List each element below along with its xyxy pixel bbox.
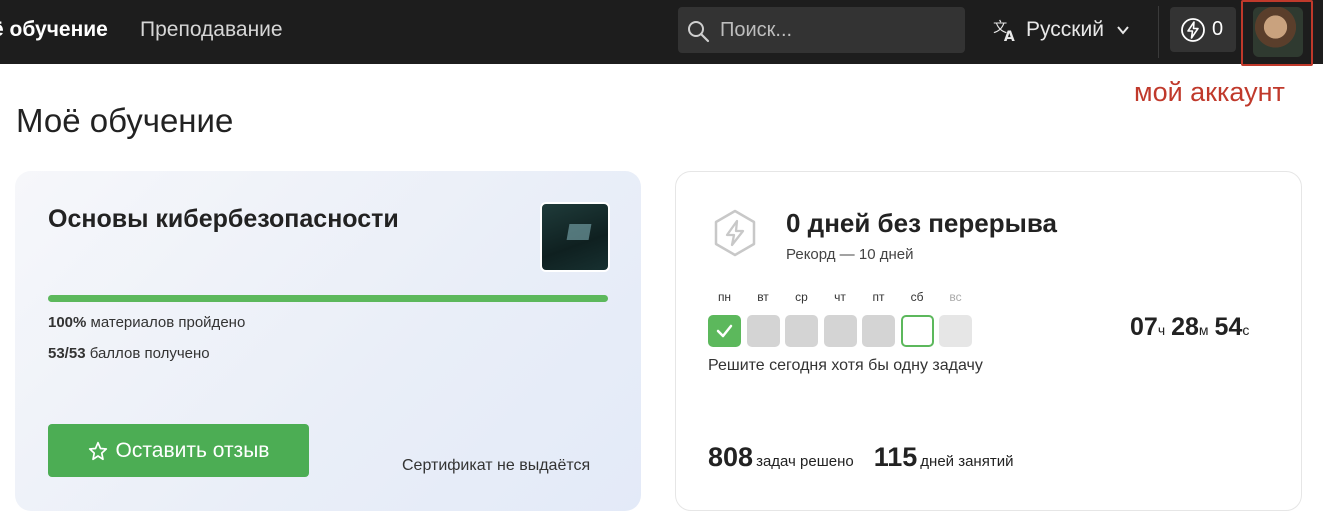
days-active-label: дней занятий: [920, 453, 1014, 470]
day-label: пн: [717, 290, 732, 304]
language-label: Русский: [1026, 18, 1104, 41]
streak-record: Рекорд — 10 дней: [786, 246, 914, 263]
day-status-box: [862, 315, 895, 347]
materials-percent: 100%: [48, 314, 87, 331]
day-label: пт: [872, 290, 885, 304]
timer-hours-unit: ч: [1157, 322, 1166, 338]
day-4: пт: [862, 290, 895, 347]
search-icon: [688, 21, 710, 43]
timer-seconds: 54: [1214, 313, 1243, 341]
points-label: баллов получено: [85, 345, 210, 362]
energy-count: 0: [1212, 18, 1224, 40]
days-active-count: 115: [873, 442, 918, 472]
day-2: ср: [785, 290, 818, 347]
leave-review-button[interactable]: Оставить отзыв: [48, 424, 309, 477]
streak-hint: Решите сегодня хотя бы одну задачу: [708, 357, 983, 374]
translate-icon: 文 A: [993, 20, 1015, 43]
tasks-solved-count: 808: [708, 442, 754, 472]
timer-seconds-unit: с: [1242, 322, 1250, 338]
day-1: вт: [746, 290, 780, 347]
materials-stat: 100% материалов пройдено: [48, 314, 245, 331]
day-label: ср: [795, 290, 808, 304]
day-status-box: [785, 315, 818, 347]
day-5: сб: [900, 290, 934, 347]
streak-timer: 07ч 28м 54с: [1130, 313, 1255, 342]
search-box[interactable]: [678, 7, 965, 53]
navbar-divider: [1158, 6, 1159, 58]
top-navbar: ё обучение Преподавание 文 A Русский 0: [0, 0, 1323, 66]
day-6: вс: [939, 290, 972, 347]
language-selector[interactable]: 文 A Русский: [992, 14, 1130, 46]
day-label: сб: [910, 290, 924, 304]
day-3: чт: [823, 290, 857, 347]
materials-label: материалов пройдено: [86, 314, 246, 331]
account-highlight: [1241, 0, 1313, 66]
check-icon: [716, 324, 733, 338]
day-status-box: [939, 315, 972, 347]
avatar[interactable]: [1253, 7, 1303, 57]
day-status-box: [823, 315, 857, 347]
nav-teaching[interactable]: Преподавание: [140, 17, 283, 43]
day-label: вс: [949, 290, 962, 304]
leave-review-label: Оставить отзыв: [115, 438, 270, 462]
lightning-icon: [714, 209, 756, 257]
page-title: Моё обучение: [16, 102, 234, 139]
lightning-icon: [1181, 17, 1205, 42]
chevron-down-icon: [1117, 26, 1129, 35]
day-status-box: [746, 315, 780, 347]
streak-totals: 808 задач решено 115 дней занятий: [708, 442, 1033, 473]
timer-minutes: 28: [1171, 313, 1199, 341]
account-annotation: мой аккаунт: [1134, 77, 1285, 107]
day-0: пн: [708, 290, 741, 347]
points-stat: 53/53 баллов получено: [48, 345, 210, 362]
svg-text:A: A: [1004, 29, 1015, 43]
tasks-solved-label: задач решено: [756, 453, 854, 470]
points-value: 53/53: [48, 345, 86, 362]
day-status-box: [900, 315, 934, 347]
course-thumbnail: [540, 202, 610, 272]
timer-minutes-unit: м: [1198, 322, 1209, 338]
day-label: чт: [834, 290, 846, 304]
course-card[interactable]: Основы кибербезопасности 100% материалов…: [15, 171, 641, 511]
star-icon: [88, 441, 107, 460]
course-title[interactable]: Основы кибербезопасности: [48, 205, 399, 234]
streak-title: 0 дней без перерыва: [786, 208, 1057, 238]
nav-my-learning[interactable]: ё обучение: [0, 17, 108, 43]
course-progress-bar: [48, 295, 608, 302]
course-progress-fill: [48, 295, 608, 302]
search-input[interactable]: [720, 15, 950, 45]
day-label: вт: [757, 290, 769, 304]
streak-card: 0 дней без перерыва Рекорд — 10 дней пн в…: [675, 171, 1302, 511]
timer-hours: 07: [1130, 313, 1158, 341]
day-status-box: [708, 315, 741, 347]
energy-button[interactable]: 0: [1170, 7, 1236, 52]
certificate-status: Сертификат не выдаётся: [402, 457, 591, 474]
